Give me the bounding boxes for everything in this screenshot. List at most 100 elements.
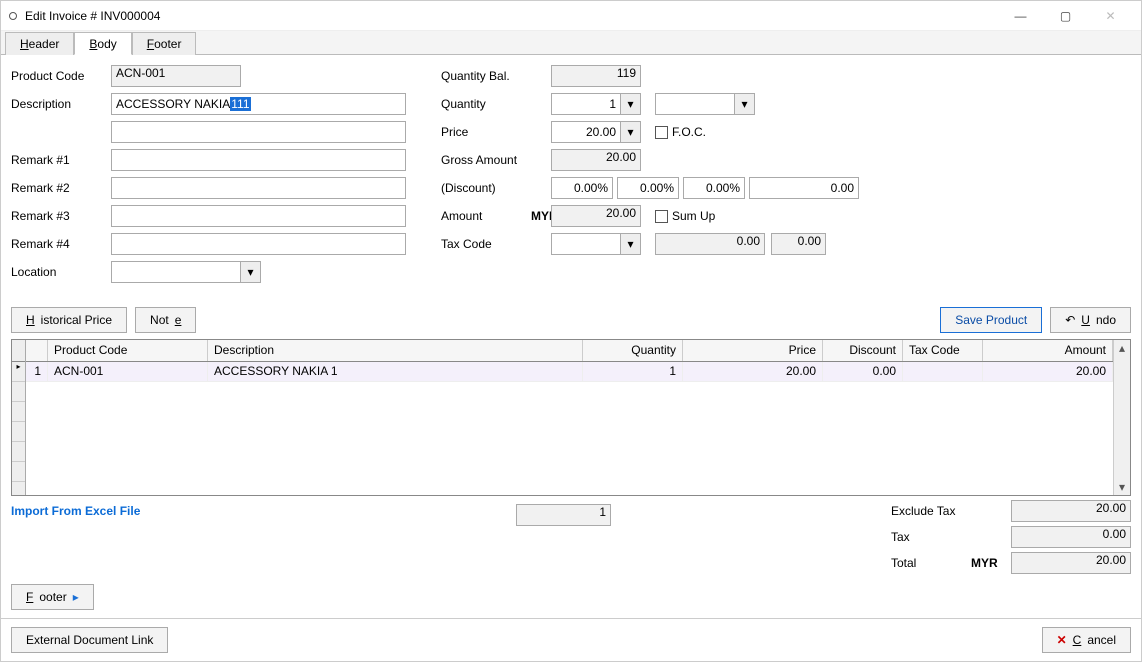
taxcode-label: Tax Code	[441, 237, 531, 251]
price-combo[interactable]: ▾	[551, 121, 641, 143]
col-description[interactable]: Description	[208, 340, 583, 361]
col-taxcode[interactable]: Tax Code	[903, 340, 983, 361]
scroll-up-icon[interactable]: ▴	[1114, 340, 1130, 356]
product-code-field[interactable]: ACN-001	[111, 65, 241, 87]
col-product-code[interactable]: Product Code	[48, 340, 208, 361]
undo-icon: ↶	[1065, 313, 1075, 327]
taxcode-combo[interactable]: ▾	[551, 233, 641, 255]
qty-uom-combo[interactable]: ▾	[655, 93, 755, 115]
footer-qty-field: 1	[516, 504, 611, 526]
grid-footer-row: Import From Excel File 1 Exclude Tax 20.…	[11, 504, 1131, 578]
close-button[interactable]: ✕	[1088, 2, 1133, 30]
left-column: Product Code ACN-001 Description ACCESSO…	[11, 65, 421, 289]
discount-amt-input[interactable]	[749, 177, 859, 199]
discount-label: (Discount)	[441, 181, 531, 195]
taxcode-input[interactable]	[551, 233, 621, 255]
tab-footer[interactable]: Footer	[132, 32, 197, 55]
tab-header[interactable]: Header	[5, 32, 74, 55]
cell-qty[interactable]: 1	[583, 362, 683, 381]
cell-taxcode[interactable]	[903, 362, 983, 381]
location-input[interactable]	[111, 261, 241, 283]
row-marker[interactable]: ▸	[12, 362, 25, 382]
tax-amount2-field: 0.00	[771, 233, 826, 255]
cell-product-code[interactable]: ACN-001	[48, 362, 208, 381]
col-discount[interactable]: Discount	[823, 340, 903, 361]
col-idx[interactable]	[26, 340, 48, 361]
sumup-label: Sum Up	[672, 209, 715, 223]
close-icon: ✕	[1057, 633, 1067, 647]
save-product-button[interactable]: Save Product	[940, 307, 1042, 333]
sumup-checkbox[interactable]	[655, 210, 668, 223]
total-currency: MYR	[971, 556, 1011, 570]
import-excel-link[interactable]: Import From Excel File	[11, 504, 140, 578]
totals: Exclude Tax 20.00 Tax 0.00 Total MYR 20.…	[891, 500, 1131, 578]
titlebar: Edit Invoice # INV000004 — ▢ ✕	[1, 1, 1141, 31]
cell-description[interactable]: ACCESSORY NAKIA 1	[208, 362, 583, 381]
remark4-label: Remark #4	[11, 237, 111, 251]
qty-bal-field: 119	[551, 65, 641, 87]
right-column: Quantity Bal. 119 Quantity ▾ ▾	[441, 65, 1131, 289]
qty-input[interactable]	[551, 93, 621, 115]
product-code-label: Product Code	[11, 69, 111, 83]
total-label: Total	[891, 556, 971, 570]
description-label: Description	[11, 97, 111, 111]
undo-button[interactable]: ↶ Undo	[1050, 307, 1131, 333]
window-title: Edit Invoice # INV000004	[25, 9, 998, 23]
edit-invoice-window: Edit Invoice # INV000004 — ▢ ✕ Header Bo…	[0, 0, 1142, 662]
price-label: Price	[441, 125, 531, 139]
vertical-scrollbar[interactable]: ▴ ▾	[1113, 340, 1130, 495]
form-area: Product Code ACN-001 Description ACCESSO…	[11, 65, 1131, 289]
chevron-down-icon[interactable]: ▾	[735, 93, 755, 115]
qty-bal-label: Quantity Bal.	[441, 69, 531, 83]
cell-amount[interactable]: 20.00	[983, 362, 1113, 381]
external-document-link-button[interactable]: External Document Link	[11, 627, 168, 653]
footer-button[interactable]: Footer ▸	[11, 584, 94, 610]
content-area: Product Code ACN-001 Description ACCESSO…	[1, 55, 1141, 618]
tax-total-value: 0.00	[1011, 526, 1131, 548]
qty-uom-input[interactable]	[655, 93, 735, 115]
tax-total-label: Tax	[891, 530, 971, 544]
remark1-input[interactable]	[111, 149, 406, 171]
chevron-down-icon[interactable]: ▾	[621, 93, 641, 115]
price-input[interactable]	[551, 121, 621, 143]
table-row[interactable]: 1 ACN-001 ACCESSORY NAKIA 1 1 20.00 0.00…	[26, 362, 1113, 382]
remark2-input[interactable]	[111, 177, 406, 199]
gross-label: Gross Amount	[441, 153, 531, 167]
discount3-input[interactable]	[683, 177, 745, 199]
discount1-input[interactable]	[551, 177, 613, 199]
description-input[interactable]: ACCESSORY NAKIA 111	[111, 93, 406, 115]
remark4-input[interactable]	[111, 233, 406, 255]
description2-input[interactable]	[111, 121, 406, 143]
amount-field: 20.00	[551, 205, 641, 227]
cell-price[interactable]: 20.00	[683, 362, 823, 381]
gross-field: 20.00	[551, 149, 641, 171]
tabs: Header Body Footer	[1, 31, 1141, 55]
col-amount[interactable]: Amount	[983, 340, 1113, 361]
tab-body[interactable]: Body	[74, 32, 131, 55]
cancel-button[interactable]: ✕ Cancel	[1042, 627, 1131, 653]
foc-checkbox[interactable]	[655, 126, 668, 139]
footer-bar: External Document Link ✕ Cancel	[1, 618, 1141, 661]
chevron-down-icon[interactable]: ▾	[621, 121, 641, 143]
qty-combo[interactable]: ▾	[551, 93, 641, 115]
chevron-down-icon[interactable]: ▾	[241, 261, 261, 283]
qty-label: Quantity	[441, 97, 531, 111]
exclude-tax-label: Exclude Tax	[891, 504, 971, 518]
location-combo[interactable]: ▾	[111, 261, 261, 283]
window-controls: — ▢ ✕	[998, 2, 1133, 30]
chevron-down-icon[interactable]: ▾	[621, 233, 641, 255]
items-grid[interactable]: ▸ Product Code Description Quantity Pric…	[11, 339, 1131, 496]
scroll-down-icon[interactable]: ▾	[1114, 479, 1130, 495]
col-price[interactable]: Price	[683, 340, 823, 361]
remark3-input[interactable]	[111, 205, 406, 227]
col-quantity[interactable]: Quantity	[583, 340, 683, 361]
remark2-label: Remark #2	[11, 181, 111, 195]
discount2-input[interactable]	[617, 177, 679, 199]
maximize-button[interactable]: ▢	[1043, 2, 1088, 30]
note-button[interactable]: Note	[135, 307, 196, 333]
minimize-button[interactable]: —	[998, 2, 1043, 30]
historical-price-button[interactable]: Historical Price	[11, 307, 127, 333]
chevron-right-icon: ▸	[73, 590, 79, 604]
cell-discount[interactable]: 0.00	[823, 362, 903, 381]
tax-amount-field: 0.00	[655, 233, 765, 255]
